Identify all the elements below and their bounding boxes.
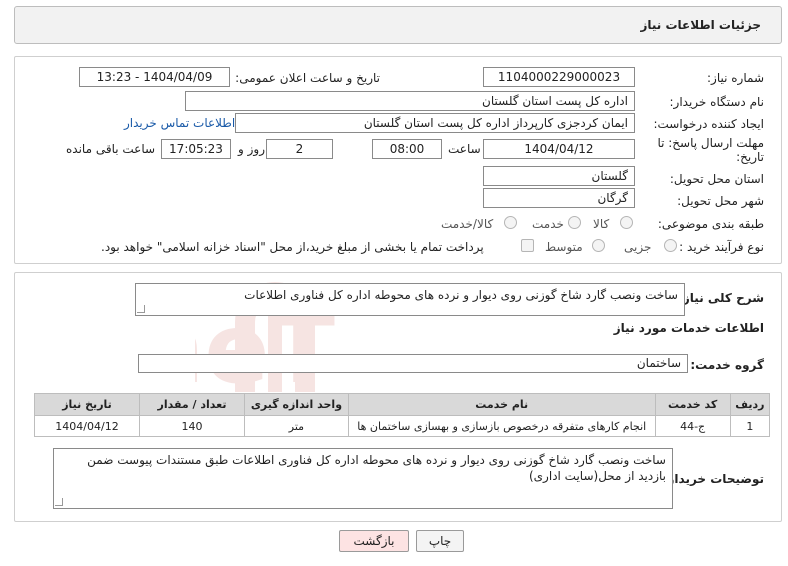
page-header: جزئیات اطلاعات نیاز xyxy=(14,6,782,44)
buyer-notes-field: ساخت ونصب گارد شاخ گوزنی روی دیوار و نرد… xyxy=(53,448,673,509)
table-row: 1 ج-44 انجام کارهای متفرقه درخصوص بازساز… xyxy=(33,415,771,437)
notes-resize-handle[interactable] xyxy=(55,498,63,506)
need-summary-label: شرح کلی نیاز: xyxy=(678,291,764,305)
treasury-payment-note: پرداخت تمام یا بخشی از مبلغ خرید،از محل … xyxy=(101,240,484,254)
process-type-label: نوع فرآیند خرید : xyxy=(679,240,764,254)
buyer-org-field: اداره کل پست استان گلستان xyxy=(185,91,635,111)
remaining-time-label: ساعت باقی مانده xyxy=(66,142,156,156)
category-radio-goods-service[interactable] xyxy=(504,216,517,229)
category-label: طبقه بندی موضوعی: xyxy=(657,217,764,231)
deadline-time-field: 08:00 xyxy=(372,139,442,159)
deadline-date-field: 1404/04/12 xyxy=(483,139,635,159)
category-radio-service[interactable] xyxy=(568,216,581,229)
col-quantity: تعداد / مقدار xyxy=(139,393,245,416)
buyer-org-label: نام دستگاه خریدار: xyxy=(669,95,765,109)
col-need-date: تاریخ نیاز xyxy=(33,393,141,416)
services-table: ردیف کد خدمت نام خدمت واحد اندازه گیری ت… xyxy=(33,393,771,437)
announce-datetime-field: 1404/04/09 - 13:23 xyxy=(79,67,230,87)
deadline-label-date: تاریخ: xyxy=(736,150,764,164)
cell-quantity: 140 xyxy=(139,415,245,437)
process-radio-medium[interactable] xyxy=(592,239,605,252)
category-option-goods-service: کالا/خدمت xyxy=(441,217,494,231)
need-number-field: 1104000229000023 xyxy=(483,67,635,87)
back-button[interactable]: بازگشت xyxy=(339,530,409,552)
summary-resize-handle[interactable] xyxy=(137,305,145,313)
service-group-field: ساختمان xyxy=(138,354,688,373)
col-unit: واحد اندازه گیری xyxy=(243,393,349,416)
process-option-medium: متوسط xyxy=(545,240,583,254)
need-info-section xyxy=(14,56,782,264)
requester-field: ایمان کردجزی کارپرداز اداره کل پست استان… xyxy=(235,113,635,133)
days-label: روز و xyxy=(238,142,265,156)
process-radio-minor[interactable] xyxy=(664,239,677,252)
category-radio-goods[interactable] xyxy=(620,216,633,229)
remaining-time-field: 17:05:23 xyxy=(161,139,231,159)
process-option-minor: جزیی xyxy=(624,240,652,254)
remaining-days-field: 2 xyxy=(266,139,333,159)
buyer-contact-link[interactable]: اطلاعات تماس خریدار xyxy=(124,116,235,130)
city-label: شهر محل تحویل: xyxy=(677,194,764,208)
col-service-name: نام خدمت xyxy=(347,393,656,416)
service-group-label: گروه خدمت: xyxy=(690,358,764,372)
deadline-time-label: ساعت xyxy=(448,142,481,156)
buyer-notes-label: توضیحات خریدار: xyxy=(662,472,764,486)
category-option-goods: کالا xyxy=(593,217,610,231)
need-summary-field: ساخت ونصب گارد شاخ گوزنی روی دیوار و نرد… xyxy=(135,283,685,316)
announce-datetime-label: تاریخ و ساعت اعلان عمومی: xyxy=(235,71,380,85)
col-service-code: کد خدمت xyxy=(654,393,731,416)
need-number-label: شماره نیاز: xyxy=(707,71,764,85)
category-option-service: خدمت xyxy=(532,217,564,231)
deadline-label: مهلت ارسال پاسخ: تا xyxy=(657,136,764,150)
page-title: جزئیات اطلاعات نیاز xyxy=(640,18,761,32)
province-field: گلستان xyxy=(483,166,635,186)
print-button[interactable]: چاپ xyxy=(416,530,464,552)
col-row-number: ردیف xyxy=(729,393,771,416)
cell-unit: متر xyxy=(243,415,349,437)
cell-service-name: انجام کارهای متفرقه درخصوص بازسازی و بهس… xyxy=(347,415,656,437)
province-label: استان محل تحویل: xyxy=(669,172,764,186)
services-section-title: اطلاعات خدمات مورد نیاز xyxy=(613,321,764,335)
treasury-payment-checkbox[interactable] xyxy=(521,239,534,252)
requester-label: ایجاد کننده درخواست: xyxy=(653,117,764,131)
cell-need-date: 1404/04/12 xyxy=(33,415,141,437)
cell-service-code: ج-44 xyxy=(654,415,731,437)
cell-row-number: 1 xyxy=(729,415,771,437)
table-header-row: ردیف کد خدمت نام خدمت واحد اندازه گیری ت… xyxy=(33,393,771,416)
city-field: گرگان xyxy=(483,188,635,208)
